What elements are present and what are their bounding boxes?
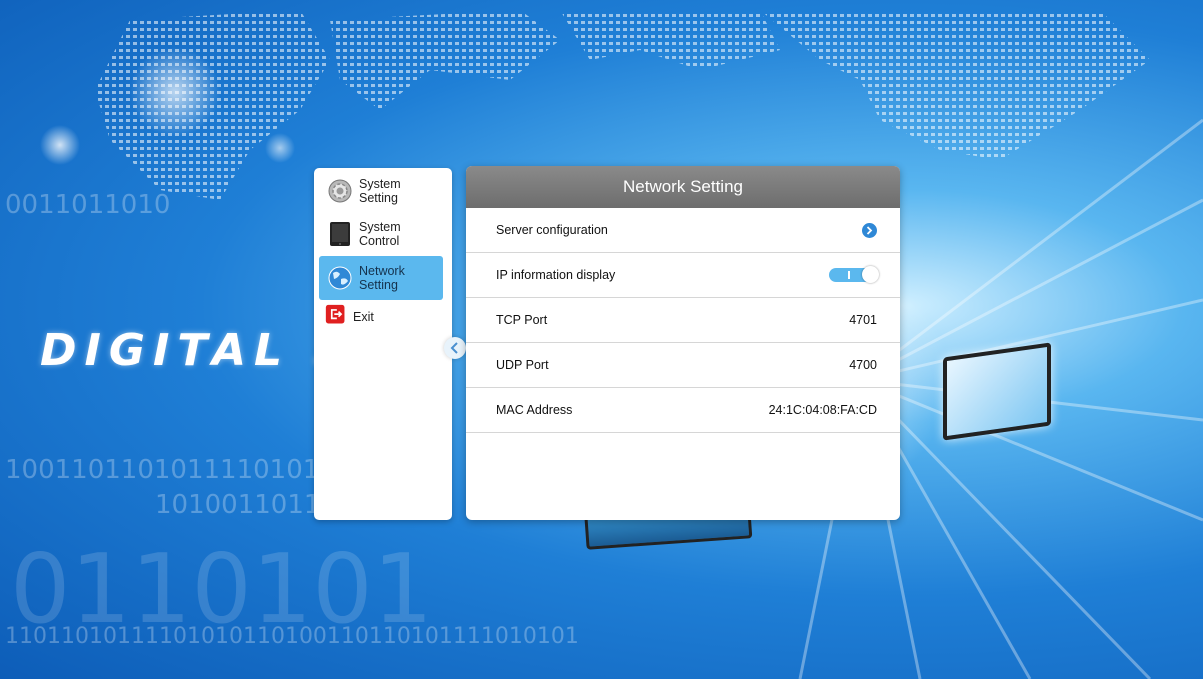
binary-text: 0011011010 xyxy=(5,190,171,220)
mac-address-value: 24:1C:04:08:FA:CD xyxy=(768,403,877,417)
tcp-port-row[interactable]: TCP Port 4701 xyxy=(466,298,900,343)
ip-information-display-row: IP information display xyxy=(466,253,900,298)
menu-item-label: System Control xyxy=(359,220,401,248)
tcp-port-value: 4701 xyxy=(849,313,877,327)
server-configuration-row[interactable]: Server configuration xyxy=(466,208,900,253)
row-label: IP information display xyxy=(496,268,616,282)
menu-item-network-setting[interactable]: Network Setting xyxy=(319,256,443,300)
gear-icon xyxy=(328,179,352,203)
row-label: MAC Address xyxy=(496,403,573,417)
binary-text: 1101101011110101011010011011010111101010… xyxy=(5,624,579,649)
menu-item-label: System Setting xyxy=(359,177,401,205)
udp-port-value: 4700 xyxy=(849,358,877,372)
menu-item-system-control[interactable]: System Control xyxy=(319,213,443,255)
menu-item-exit[interactable]: Exit xyxy=(319,300,443,330)
device-screen-image xyxy=(943,342,1051,441)
exit-icon xyxy=(325,304,345,324)
tablet-icon xyxy=(330,222,350,246)
ip-display-toggle[interactable] xyxy=(829,266,879,283)
binary-text: 1010011011 xyxy=(155,490,321,520)
udp-port-row[interactable]: UDP Port 4700 xyxy=(466,343,900,388)
digital-signage-logo: DIGITAL S xyxy=(40,325,354,376)
network-setting-panel: Network Setting Server configuration IP … xyxy=(466,166,900,520)
menu-item-label: Network Setting xyxy=(359,264,405,292)
binary-text: 1001101101011110101 xyxy=(5,455,320,485)
row-label: Server configuration xyxy=(496,223,608,237)
menu-item-system-setting[interactable]: System Setting xyxy=(319,170,443,212)
mac-address-row: MAC Address 24:1C:04:08:FA:CD xyxy=(466,388,900,433)
collapse-menu-button[interactable] xyxy=(444,337,466,359)
globe-icon xyxy=(328,266,352,290)
panel-title: Network Setting xyxy=(466,166,900,208)
chevron-left-icon xyxy=(450,342,458,354)
row-label: UDP Port xyxy=(496,358,549,372)
menu-item-label: Exit xyxy=(353,310,374,324)
settings-menu: System Setting System Control Network Se… xyxy=(314,168,452,520)
row-label: TCP Port xyxy=(496,313,548,327)
arrow-icon[interactable] xyxy=(862,222,877,238)
